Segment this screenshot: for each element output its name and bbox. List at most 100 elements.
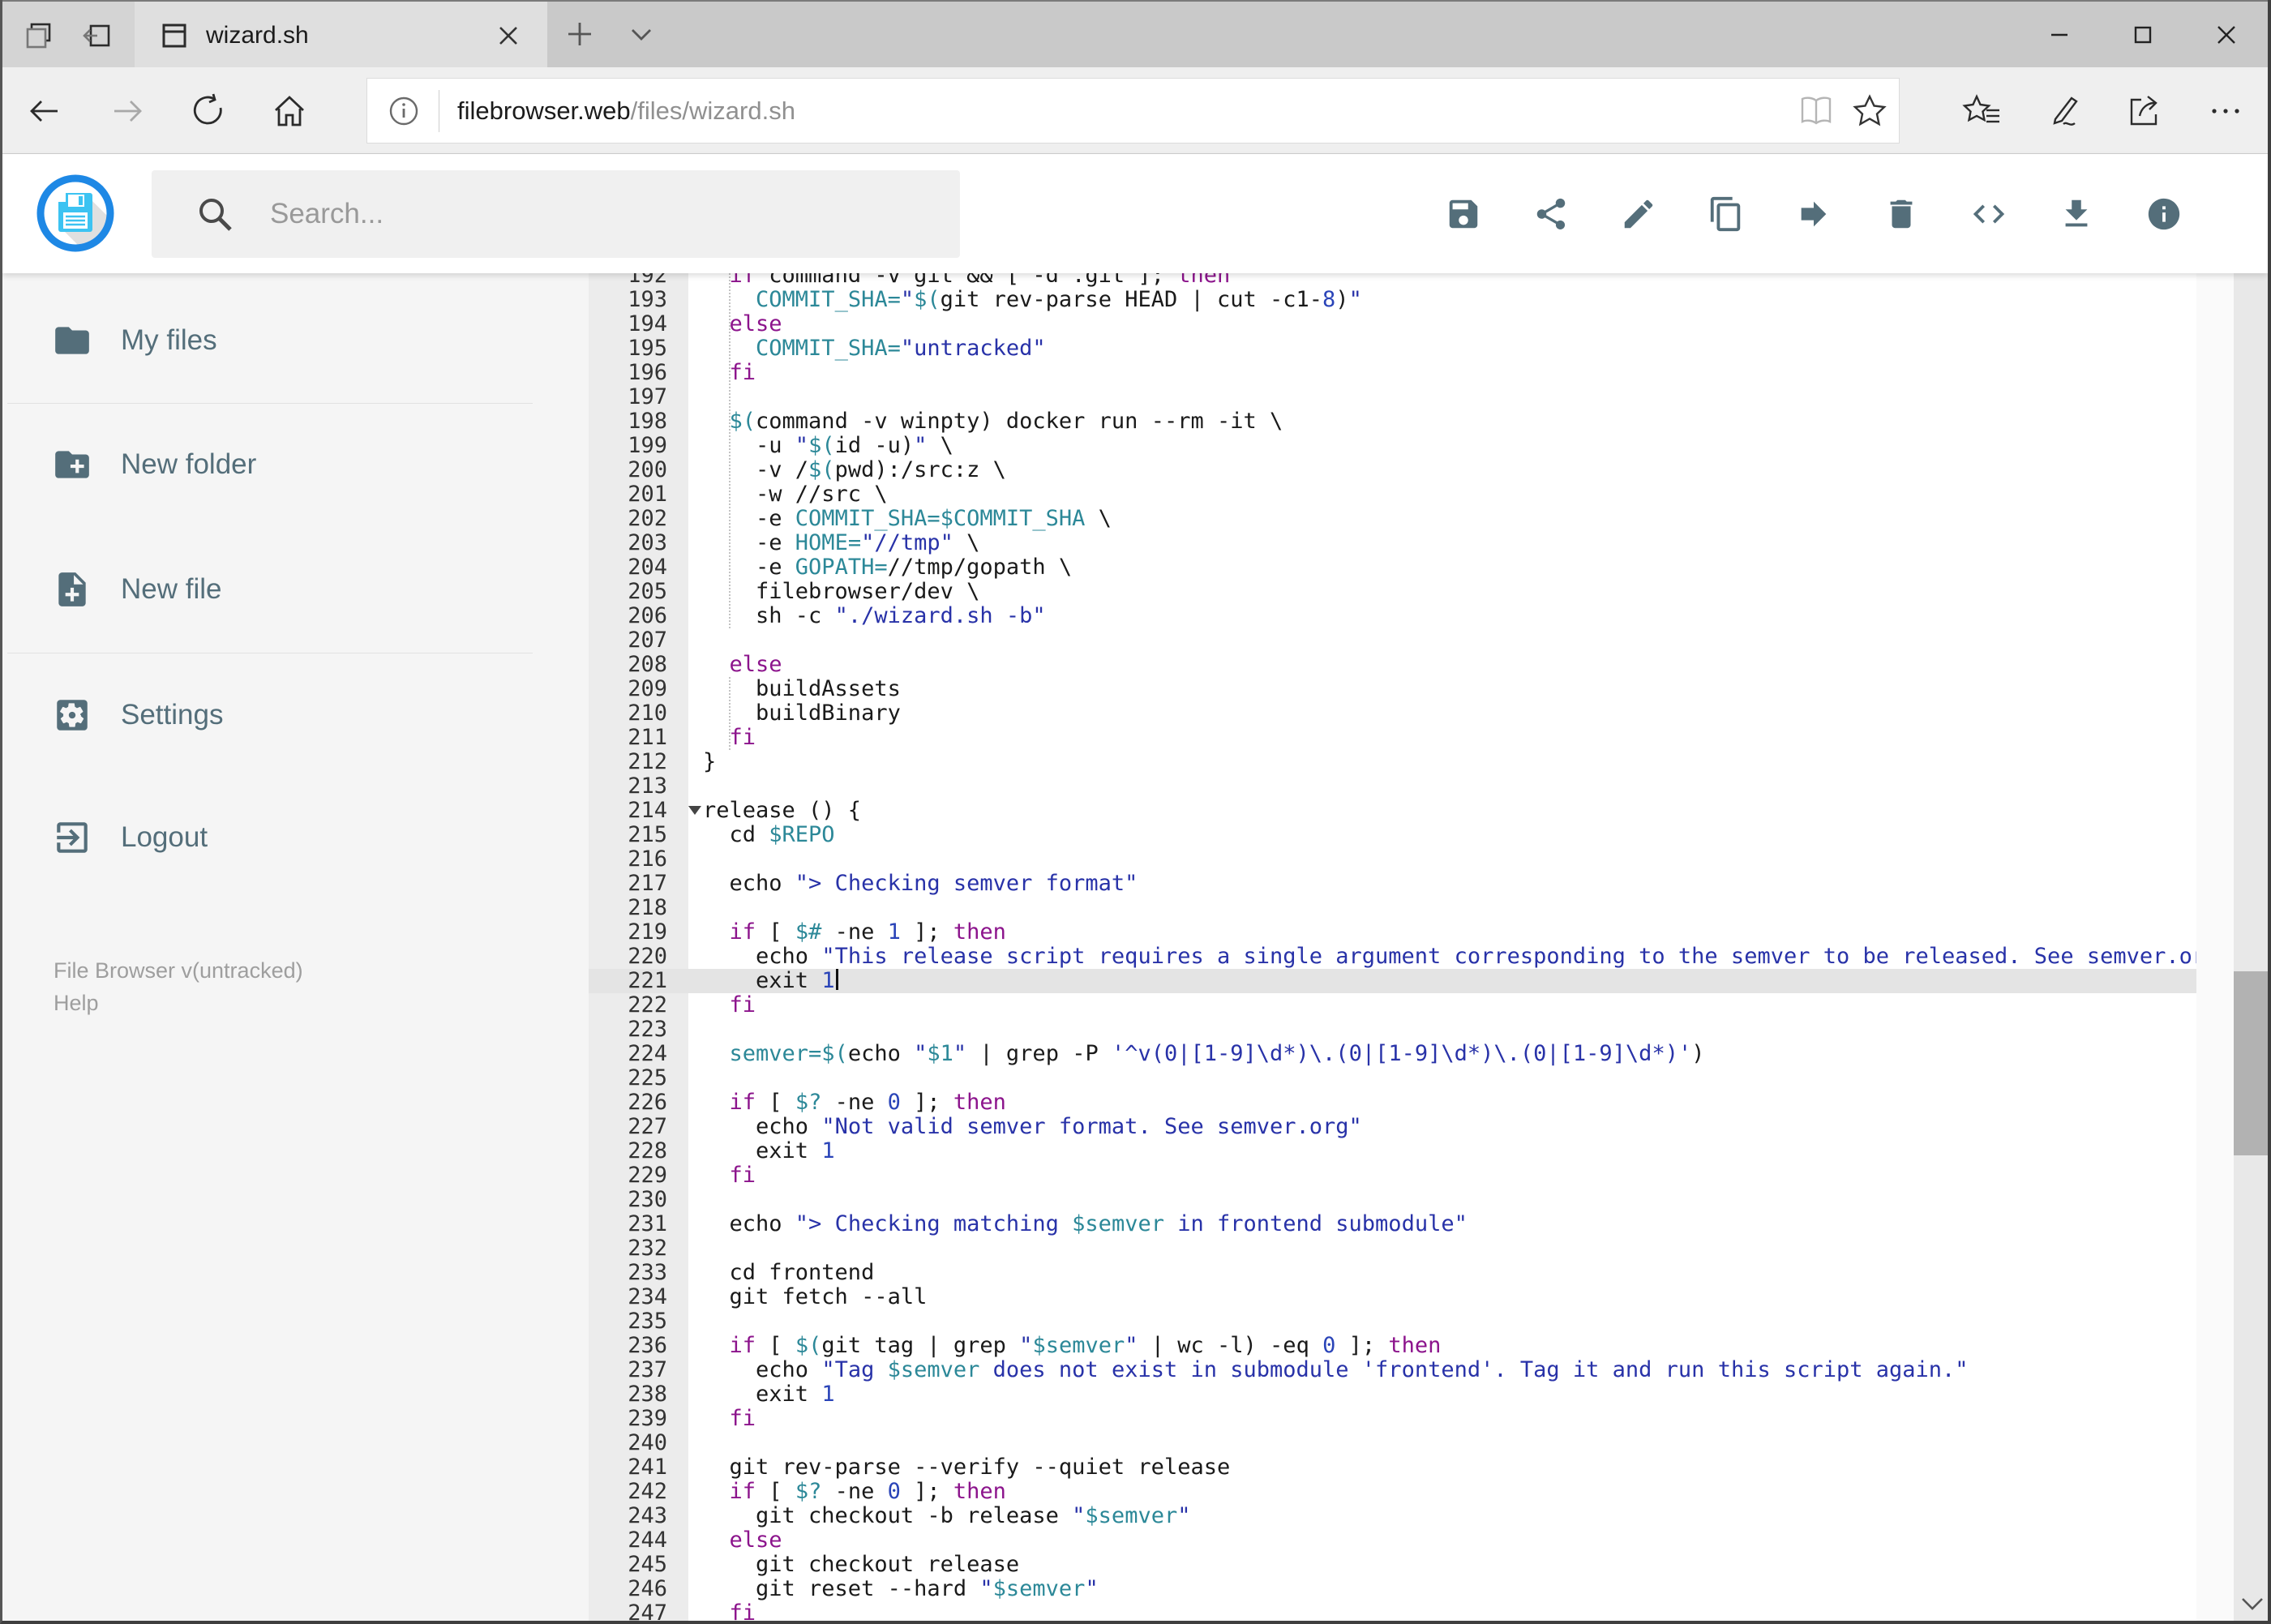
code-line[interactable]: 219 if [ $# -ne 1 ]; then xyxy=(589,920,2196,945)
code-line[interactable]: 203 -e HOME="//tmp" \ xyxy=(589,531,2196,555)
code-line[interactable]: 247 fi xyxy=(589,1601,2196,1621)
code-line[interactable]: 217 echo "> Checking semver format" xyxy=(589,872,2196,896)
tab-close-button[interactable] xyxy=(491,18,526,54)
code-editor[interactable]: 192 if command -v git && [ -d .git ]; th… xyxy=(589,273,2196,1621)
code-line[interactable]: 222 fi xyxy=(589,993,2196,1018)
code-line[interactable]: 245 git checkout release xyxy=(589,1553,2196,1577)
code-line[interactable]: 227 echo "Not valid semver format. See s… xyxy=(589,1115,2196,1139)
code-line[interactable]: 220 echo "This release script requires a… xyxy=(589,945,2196,969)
delete-button[interactable] xyxy=(1858,170,1945,258)
code-line[interactable]: 206 sh -c "./wizard.sh -b" xyxy=(589,604,2196,628)
code-line[interactable]: 226 if [ $? -ne 0 ]; then xyxy=(589,1091,2196,1115)
sidebar-item-new-file[interactable]: New file xyxy=(2,547,589,632)
url-field[interactable]: filebrowser.web/files/wizard.sh xyxy=(366,78,1900,144)
code-line[interactable]: 244 else xyxy=(589,1528,2196,1553)
home-button[interactable] xyxy=(265,87,314,135)
code-line[interactable]: 231 echo "> Checking matching $semver in… xyxy=(589,1212,2196,1236)
code-line[interactable]: 195 COMMIT_SHA="untracked" xyxy=(589,336,2196,361)
code-line[interactable]: 239 fi xyxy=(589,1407,2196,1431)
sidebar-item-logout[interactable]: Logout xyxy=(2,795,589,880)
refresh-button[interactable] xyxy=(184,87,233,135)
sidebar-item-settings[interactable]: Settings xyxy=(2,673,589,757)
set-tabs-aside-button[interactable] xyxy=(76,15,118,57)
fold-arrow-icon[interactable] xyxy=(688,806,701,815)
code-line[interactable]: 228 exit 1 xyxy=(589,1139,2196,1163)
code-line[interactable]: 235 xyxy=(589,1309,2196,1334)
code-line[interactable]: 198 $(command -v winpty) docker run --rm… xyxy=(589,409,2196,434)
code-line[interactable]: 200 -v /$(pwd):/src:z \ xyxy=(589,458,2196,482)
tab-list-button[interactable] xyxy=(620,13,662,55)
tab-preview-button[interactable] xyxy=(19,15,61,57)
code-line[interactable]: 229 fi xyxy=(589,1163,2196,1188)
code-line[interactable]: 209 buildAssets xyxy=(589,677,2196,701)
scroll-down-button[interactable] xyxy=(2234,1583,2268,1621)
edit-button[interactable] xyxy=(1595,170,1682,258)
move-button[interactable] xyxy=(1770,170,1858,258)
view-source-button[interactable] xyxy=(1945,170,2033,258)
scrollbar-thumb[interactable] xyxy=(2234,971,2268,1155)
code-line[interactable]: 214 release () { xyxy=(589,799,2196,823)
more-menu-button[interactable] xyxy=(2201,87,2250,135)
code-line[interactable]: 205 filebrowser/dev \ xyxy=(589,580,2196,604)
code-text: if command -v git && [ -d .git ]; then xyxy=(729,273,1231,288)
code-line[interactable]: 207 xyxy=(589,628,2196,653)
annotate-button[interactable] xyxy=(2039,87,2088,135)
new-tab-button[interactable] xyxy=(559,13,601,55)
site-info-icon[interactable] xyxy=(385,92,422,130)
search-input[interactable]: Search... xyxy=(152,170,960,258)
code-line[interactable]: 192 if command -v git && [ -d .git ]; th… xyxy=(589,273,2196,288)
filebrowser-logo[interactable] xyxy=(36,174,115,253)
code-line[interactable]: 202 -e COMMIT_SHA=$COMMIT_SHA \ xyxy=(589,507,2196,531)
help-link[interactable]: Help xyxy=(54,987,303,1019)
download-button[interactable] xyxy=(2033,170,2120,258)
code-line[interactable]: 241 git rev-parse --verify --quiet relea… xyxy=(589,1455,2196,1480)
code-line[interactable]: 197 xyxy=(589,385,2196,409)
code-line[interactable]: 240 xyxy=(589,1431,2196,1455)
code-line[interactable]: 238 exit 1 xyxy=(589,1382,2196,1407)
code-line[interactable]: 236 if [ $(git tag | grep "$semver" | wc… xyxy=(589,1334,2196,1358)
code-line[interactable]: 234 git fetch --all xyxy=(589,1285,2196,1309)
page-scrollbar[interactable] xyxy=(2234,154,2268,1621)
code-line[interactable]: 237 echo "Tag $semver does not exist in … xyxy=(589,1358,2196,1382)
code-line[interactable]: 242 if [ $? -ne 0 ]; then xyxy=(589,1480,2196,1504)
copy-button[interactable] xyxy=(1682,170,1770,258)
browser-tab[interactable]: wizard.sh xyxy=(135,2,547,69)
share-file-button[interactable] xyxy=(1507,170,1595,258)
code-line[interactable]: 193 COMMIT_SHA="$(git rev-parse HEAD | c… xyxy=(589,288,2196,312)
code-line[interactable]: 215 cd $REPO xyxy=(589,823,2196,847)
code-line[interactable]: 199 -u "$(id -u)" \ xyxy=(589,434,2196,458)
code-line[interactable]: 230 xyxy=(589,1188,2196,1212)
code-line[interactable]: 232 xyxy=(589,1236,2196,1261)
code-line[interactable]: 246 git reset --hard "$semver" xyxy=(589,1577,2196,1601)
code-line[interactable]: 216 xyxy=(589,847,2196,872)
code-line[interactable]: 224 semver=$(echo "$1" | grep -P '^v(0|[… xyxy=(589,1042,2196,1066)
save-button[interactable] xyxy=(1420,170,1507,258)
code-line[interactable]: 243 git checkout -b release "$semver" xyxy=(589,1504,2196,1528)
sidebar-item-new-folder[interactable]: New folder xyxy=(2,422,589,507)
favorite-button[interactable] xyxy=(1845,87,1894,135)
code-line[interactable]: 233 cd frontend xyxy=(589,1261,2196,1285)
minimize-button[interactable] xyxy=(2017,2,2101,67)
info-button[interactable] xyxy=(2120,170,2208,258)
code-line[interactable]: 223 xyxy=(589,1018,2196,1042)
code-line[interactable]: 211 fi xyxy=(589,726,2196,750)
code-line[interactable]: 212} xyxy=(589,750,2196,774)
code-line[interactable]: 218 xyxy=(589,896,2196,920)
back-button[interactable] xyxy=(20,87,69,135)
reading-view-button[interactable] xyxy=(1792,87,1840,135)
forward-button[interactable] xyxy=(103,87,152,135)
code-line[interactable]: 208 else xyxy=(589,653,2196,677)
code-line[interactable]: 204 -e GOPATH=//tmp/gopath \ xyxy=(589,555,2196,580)
share-button[interactable] xyxy=(2120,87,2169,135)
code-line[interactable]: 225 xyxy=(589,1066,2196,1091)
code-line[interactable]: 221 exit 1 xyxy=(589,969,2196,993)
code-line[interactable]: 213 xyxy=(589,774,2196,799)
code-line[interactable]: 194 else xyxy=(589,312,2196,336)
close-window-button[interactable] xyxy=(2184,2,2268,67)
sidebar-item-my-files[interactable]: My files xyxy=(2,298,589,383)
maximize-button[interactable] xyxy=(2101,2,2184,67)
code-line[interactable]: 201 -w //src \ xyxy=(589,482,2196,507)
favorites-hub-button[interactable] xyxy=(1958,87,2007,135)
code-line[interactable]: 196 fi xyxy=(589,361,2196,385)
code-line[interactable]: 210 buildBinary xyxy=(589,701,2196,726)
